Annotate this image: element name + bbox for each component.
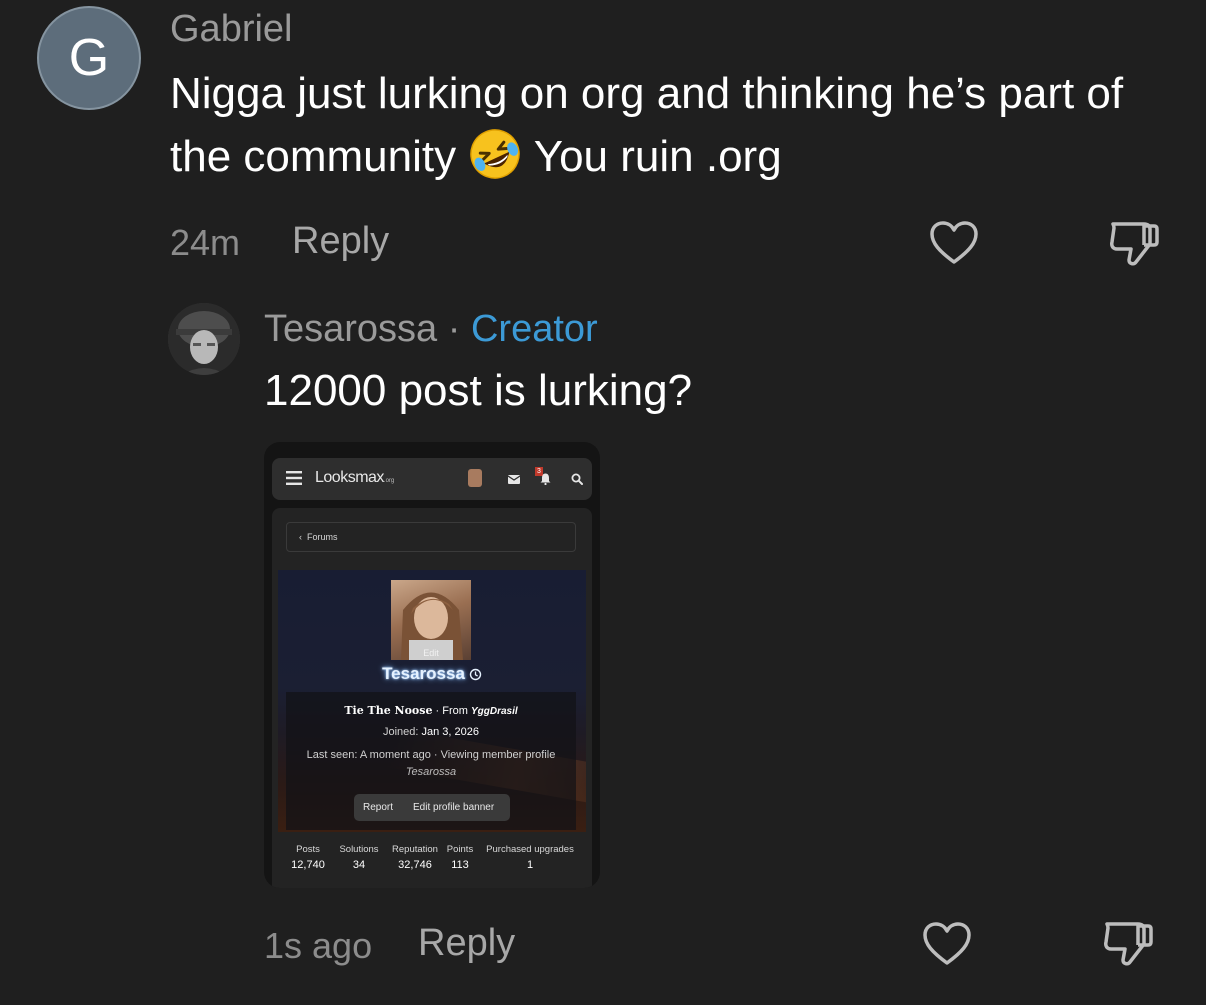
last-seen-label: Last seen: xyxy=(306,749,358,761)
joined-label: Joined: xyxy=(382,726,419,738)
stat-value: 32,746 xyxy=(398,859,432,871)
comment-text: Nigga just lurking on org and thinking h… xyxy=(170,62,1180,188)
avatar[interactable] xyxy=(168,303,240,375)
forum-header: Looksmax.org 3 xyxy=(272,458,592,500)
profile-panel: ‹ Forums Edit Tesarossa Tie The Noose · … xyxy=(272,508,592,888)
comment-timestamp: 1s ago xyxy=(264,925,373,966)
dislike-icon[interactable] xyxy=(1102,918,1154,968)
breadcrumb-forums: Forums xyxy=(307,532,338,542)
creator-badge: Creator xyxy=(470,308,598,350)
comment-author[interactable]: Gabriel xyxy=(170,8,293,51)
reply-button[interactable]: Reply xyxy=(292,220,389,263)
envelope-icon xyxy=(508,475,520,484)
last-seen-target: Tesarossa xyxy=(405,766,457,778)
site-logo-text: Looksmax xyxy=(315,469,384,486)
profile-info-box: Tie The Noose · From YggDrasil Joined: J… xyxy=(286,692,576,830)
comment-text-part2: You ruin .org xyxy=(533,132,782,181)
reply-button[interactable]: Reply xyxy=(418,922,515,965)
dislike-icon[interactable] xyxy=(1108,218,1160,268)
separator: · xyxy=(447,308,461,350)
comment-text: 12000 post is lurking? xyxy=(264,366,693,415)
profile-banner: Edit Tesarossa Tie The Noose · From YggD… xyxy=(278,570,586,832)
profile-avatar: Edit xyxy=(391,580,471,660)
avatar[interactable]: G xyxy=(37,6,141,110)
stat-label: Solutions xyxy=(339,844,379,855)
stat-label: Reputation xyxy=(392,844,438,855)
report-button[interactable]: Report xyxy=(363,802,393,813)
edit-avatar-label: Edit xyxy=(423,648,439,658)
comment-timestamp: 24m xyxy=(170,222,241,263)
stat-posts[interactable]: Posts 12,740 xyxy=(288,844,328,871)
joined-line: Joined: Jan 3, 2026 xyxy=(286,726,576,738)
heart-icon[interactable] xyxy=(929,220,979,266)
site-logo-suffix: .org xyxy=(383,478,395,484)
chevron-left-icon: ‹ xyxy=(299,532,302,542)
profile-tagline: Tie The Noose · From YggDrasil xyxy=(286,704,576,717)
stat-solutions[interactable]: Solutions 34 xyxy=(336,844,382,871)
comments-thread: G Gabriel Nigga just lurking on org and … xyxy=(0,0,1206,1005)
rolling-on-floor-laughing-icon xyxy=(470,129,521,179)
profile-username-text: Tesarossa xyxy=(382,664,465,683)
user-avatar xyxy=(468,469,482,487)
stat-value: 34 xyxy=(352,859,366,871)
last-seen-line: Last seen: A moment ago · Viewing member… xyxy=(298,747,564,781)
profile-actions: Report Edit profile banner xyxy=(354,794,510,821)
stat-label: Posts xyxy=(296,844,320,855)
comment-author-line: Tesarossa · Creator xyxy=(264,308,598,351)
site-logo: Looksmax.org xyxy=(315,469,394,487)
attached-screenshot[interactable]: Looksmax.org 3 ‹ Forums Edit Tesarossa T… xyxy=(264,442,600,888)
user-location: YggDrasil xyxy=(470,706,518,717)
soldier-avatar-icon xyxy=(168,303,240,375)
comment-author[interactable]: Tesarossa xyxy=(264,308,437,350)
edit-banner-button[interactable]: Edit profile banner xyxy=(413,802,494,813)
stat-value: 1 xyxy=(526,859,534,871)
heart-icon[interactable] xyxy=(922,921,972,967)
history-icon xyxy=(469,668,482,681)
avatar-letter: G xyxy=(68,29,110,87)
search-icon xyxy=(571,473,583,485)
bell-icon xyxy=(540,473,551,485)
stat-points[interactable]: Points 113 xyxy=(443,844,477,871)
menu-icon xyxy=(286,471,302,485)
joined-date: Jan 3, 2026 xyxy=(421,726,480,738)
user-title: Tie The Noose xyxy=(344,704,433,717)
last-seen-value: A moment ago · Viewing member profile xyxy=(359,749,556,761)
stat-reputation[interactable]: Reputation 32,746 xyxy=(387,844,443,871)
stat-value: 12,740 xyxy=(291,859,325,871)
profile-username: Tesarossa xyxy=(278,664,586,684)
stat-label: Points xyxy=(446,844,474,855)
breadcrumb: ‹ Forums xyxy=(286,522,576,552)
stat-label: Purchased upgrades xyxy=(486,844,574,855)
from-label: · From xyxy=(435,705,468,717)
stat-purchased-upgrades[interactable]: Purchased upgrades 1 xyxy=(480,844,580,871)
stat-value: 113 xyxy=(451,859,469,871)
